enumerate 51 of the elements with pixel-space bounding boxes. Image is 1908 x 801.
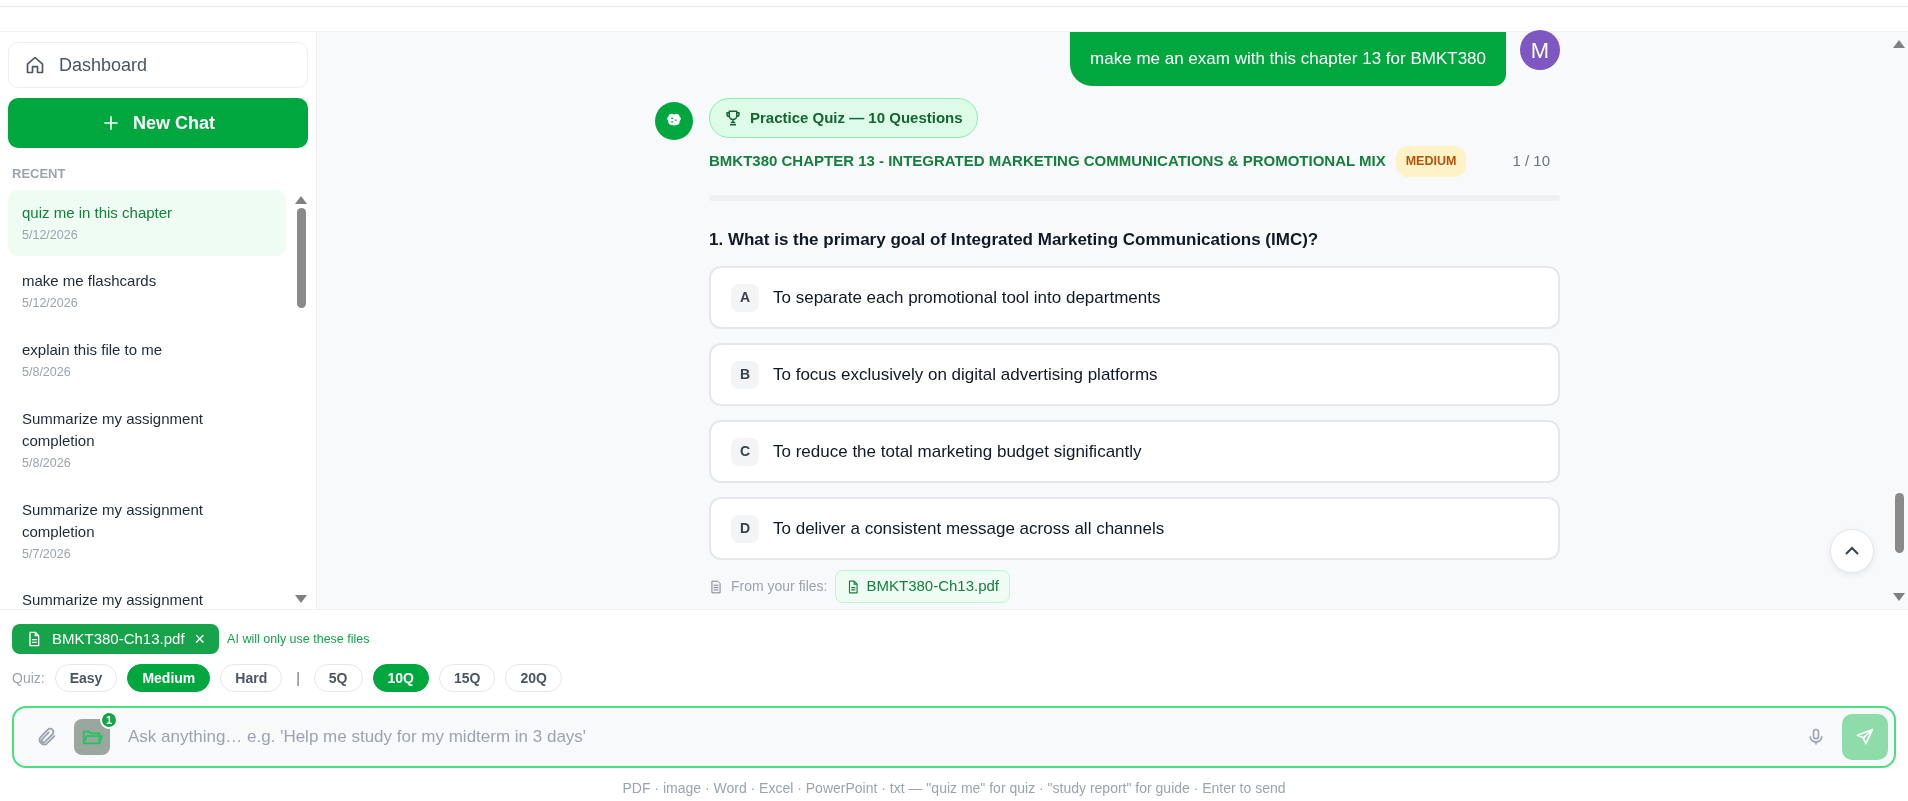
scrollbar-thumb[interactable]: [1894, 493, 1904, 553]
quiz-badge: Practice Quiz — 10 Questions: [709, 97, 978, 138]
chat-history-item[interactable]: Summarize my assignment: [8, 577, 286, 609]
answer-option[interactable]: D To deliver a consistent message across all channels: [709, 497, 1560, 561]
attached-file-chip: BMKT380-Ch13.pdf ×: [12, 624, 220, 654]
document-icon: [709, 578, 723, 595]
paperclip-icon: [36, 726, 58, 748]
difficulty-option[interactable]: Hard: [220, 664, 283, 692]
scroll-up-arrow-icon[interactable]: [1893, 40, 1905, 48]
user-avatar: M: [1520, 30, 1560, 70]
question-counter: 1 / 10: [1512, 151, 1550, 172]
scrollbar-thumb[interactable]: [296, 207, 306, 308]
input-hint: PDF · image · Word · Excel · PowerPoint · txt — "quiz me" for quiz · "study report" for guide · Enter to send: [621, 779, 1287, 798]
quiz-label: Quiz:: [12, 668, 45, 688]
message-input[interactable]: Ask anything… e.g. 'Help me study for my midterm in 3 days': [126, 723, 1790, 751]
document-icon: [26, 631, 42, 647]
home-icon: [25, 55, 45, 75]
microphone-button[interactable]: [1806, 727, 1826, 747]
question-count-option[interactable]: 5Q: [313, 664, 363, 692]
scroll-down-arrow-icon[interactable]: [295, 595, 307, 603]
source-label: From your files:: [731, 577, 828, 596]
source-file-link[interactable]: BMKT380-Ch13.pdf: [835, 570, 1011, 603]
chevron-up-icon: [1844, 546, 1860, 556]
question-text: 1. What is the primary goal of Integrated Marketing Communications (IMC)?: [709, 228, 1320, 251]
chat-history-item[interactable]: Summarize my assignment completion 5/8/2026: [8, 395, 286, 485]
chat-history-item[interactable]: quiz me in this chapter 5/12/2026: [8, 189, 286, 257]
difficulty-badge: MEDIUM: [1395, 146, 1467, 177]
question-count-option[interactable]: 15Q: [439, 664, 496, 692]
document-icon: [846, 579, 861, 594]
answer-option[interactable]: B To focus exclusively on digital advertising platforms: [709, 343, 1560, 407]
separator: |: [296, 668, 300, 688]
user-message: make me an exam with this chapter 13 for BMKT380: [1070, 32, 1506, 86]
trophy-icon: [724, 108, 742, 127]
file-count-badge: 1: [100, 711, 118, 729]
answer-option[interactable]: C To reduce the total marketing budget significantly: [709, 420, 1560, 484]
chat-history-item[interactable]: make me flashcards 5/12/2026: [8, 258, 286, 325]
section-label: RECENT: [12, 165, 67, 183]
chat-history-item[interactable]: explain this file to me 5/8/2026: [8, 327, 286, 394]
plus-icon: [101, 113, 121, 133]
difficulty-option[interactable]: Easy: [54, 664, 118, 692]
quiz-title: BMKT380 CHAPTER 13 - INTEGRATED MARKETING COMMUNICATIONS & PROMOTIONAL MIX: [709, 151, 1386, 172]
scope-note: AI will only use these files: [227, 630, 370, 648]
microphone-icon: [1806, 727, 1826, 747]
answer-option[interactable]: A To separate each promotional tool into departments: [709, 266, 1560, 330]
chat-history-item[interactable]: Summarize my assignment completion 5/7/2026: [8, 486, 286, 576]
scroll-up-arrow-icon[interactable]: [295, 195, 307, 204]
attach-button[interactable]: [36, 726, 58, 748]
send-icon: [1855, 727, 1875, 747]
question-count-option[interactable]: 20Q: [505, 664, 562, 692]
scroll-down-arrow-icon[interactable]: [1893, 593, 1905, 601]
dashboard-button[interactable]: Dashboard: [8, 42, 308, 88]
